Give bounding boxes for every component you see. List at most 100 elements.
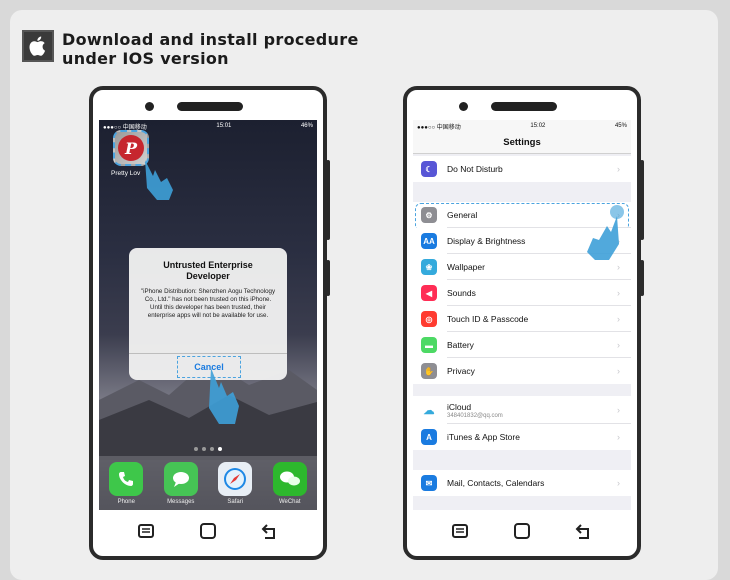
chevron-right-icon: › (617, 340, 620, 350)
apple-icon (22, 30, 54, 62)
wechat-icon (272, 462, 307, 496)
tap-hand-icon (587, 205, 624, 260)
app-label: Pretty Lov (111, 170, 141, 177)
page-dots (99, 447, 317, 451)
mail-icon: ✉ (421, 475, 437, 491)
settings-row-icloud[interactable]: ☁ iCloud 348401832@qq.com › (413, 396, 631, 424)
home-icon (514, 523, 530, 539)
page-title: Download and install procedure under IOS… (62, 30, 359, 68)
row-label: Privacy (447, 366, 475, 376)
speaker-icon: ◀ (421, 285, 437, 301)
volume-button (326, 160, 330, 240)
tap-hand-icon-2 (209, 368, 239, 424)
android-nav-bar (407, 518, 637, 544)
status-bar: ●●●○○ 中国移动 15:02 45% (413, 120, 631, 132)
header: Download and install procedure under IOS… (22, 30, 359, 68)
safari-icon (218, 462, 253, 496)
page-dot (210, 447, 214, 451)
back-button[interactable] (572, 519, 596, 543)
back-icon (575, 524, 589, 539)
alert-title: Untrusted Enterprise Developer (163, 260, 253, 281)
volume-button (640, 160, 644, 240)
menu-icon (138, 524, 154, 538)
carrier-text: ●●●○○ 中国移动 (417, 124, 461, 131)
page-dot (194, 447, 198, 451)
row-label: iCloud 348401832@qq.com (447, 402, 617, 419)
power-button (640, 260, 644, 296)
android-nav-bar (93, 518, 323, 544)
icloud-label: iCloud (447, 401, 472, 412)
fingerprint-icon: ◎ (421, 311, 437, 327)
chevron-right-icon: › (617, 432, 620, 442)
appstore-icon: A (421, 429, 437, 445)
icloud-account: 348401832@qq.com (447, 412, 503, 419)
battery-text: 46% (300, 123, 313, 129)
hand-icon: ✋ (421, 363, 437, 379)
dock-app-safari[interactable]: Safari (215, 462, 255, 505)
time-text: 15:01 (216, 123, 232, 129)
time-text: 15:02 (530, 123, 546, 129)
chevron-right-icon: › (617, 366, 620, 376)
settings-title: Settings (413, 132, 631, 154)
row-label: Mail, Contacts, Calendars (447, 478, 545, 488)
row-label: iTunes & App Store (447, 432, 520, 442)
chevron-right-icon: › (617, 478, 620, 488)
brightness-icon: AA (421, 233, 437, 249)
row-label: Touch ID & Passcode (447, 314, 529, 324)
row-label: Do Not Disturb (447, 164, 503, 174)
chevron-right-icon: › (617, 262, 620, 272)
settings-screen: ●●●○○ 中国移动 15:02 45% Settings ☾ Do Not D… (413, 120, 631, 510)
alert-body: "iPhone Distribution: Shenzhen Aogu Tech… (140, 288, 276, 319)
battery-text: 45% (614, 123, 627, 129)
settings-row-touch-id[interactable]: ◎ Touch ID & Passcode › (413, 306, 631, 332)
page-dot (202, 447, 206, 451)
dock-label: WeChat (278, 499, 301, 505)
lock-screen: ●●●○○ 中国移动 15:01 46% P Pretty Lov Untrus… (99, 120, 317, 510)
dock-label: Phone (117, 499, 135, 505)
alert-divider (129, 353, 287, 354)
dock-app-phone[interactable]: Phone (106, 462, 146, 505)
home-button[interactable] (510, 519, 534, 543)
dock-app-wechat[interactable]: WeChat (270, 462, 310, 505)
right-phone: ●●●○○ 中国移动 15:02 45% Settings ☾ Do Not D… (403, 86, 644, 560)
front-camera (459, 102, 468, 111)
settings-row-sounds[interactable]: ◀ Sounds › (413, 280, 631, 306)
chevron-right-icon: › (617, 314, 620, 324)
settings-row-itunes-app-store[interactable]: A iTunes & App Store › (413, 424, 631, 450)
dock-app-messages[interactable]: Messages (161, 462, 201, 505)
phone-icon (109, 462, 144, 496)
wallpaper-icon: ❀ (421, 259, 437, 275)
title-line-1: Download and install procedure (62, 30, 359, 49)
page-dot-active (218, 447, 222, 451)
dock-label: Safari (227, 499, 244, 505)
title-line-2: under IOS version (62, 49, 229, 68)
menu-button[interactable] (134, 519, 158, 543)
settings-row-battery[interactable]: ▬ Battery › (413, 332, 631, 358)
tap-hand-icon (145, 160, 173, 200)
row-label: Battery (447, 340, 474, 350)
earpiece-speaker (177, 102, 243, 111)
dock-label: Messages (167, 499, 195, 505)
cloud-icon: ☁ (421, 402, 437, 418)
battery-icon: ▬ (421, 337, 437, 353)
settings-row-do-not-disturb[interactable]: ☾ Do Not Disturb › (413, 156, 631, 182)
home-icon (200, 523, 216, 539)
row-label: Sounds (447, 288, 476, 298)
menu-icon (452, 524, 468, 538)
front-camera (145, 102, 154, 111)
chevron-right-icon: › (617, 405, 620, 415)
menu-button[interactable] (448, 519, 472, 543)
home-button[interactable] (196, 519, 220, 543)
untrusted-developer-alert: Untrusted Enterprise Developer "iPhone D… (129, 248, 287, 380)
chevron-right-icon: › (617, 288, 620, 298)
settings-row-privacy[interactable]: ✋ Privacy › (413, 358, 631, 384)
chevron-right-icon: › (617, 164, 620, 174)
settings-row-mail[interactable]: ✉ Mail, Contacts, Calendars › (413, 470, 631, 496)
left-phone: ●●●○○ 中国移动 15:01 46% P Pretty Lov Untrus… (89, 86, 330, 560)
moon-icon: ☾ (421, 161, 437, 177)
power-button (326, 260, 330, 296)
row-label: Wallpaper (447, 262, 485, 272)
dock: Phone Messages Safari WeChat (99, 456, 317, 510)
back-button[interactable] (258, 519, 282, 543)
messages-icon (163, 462, 198, 496)
